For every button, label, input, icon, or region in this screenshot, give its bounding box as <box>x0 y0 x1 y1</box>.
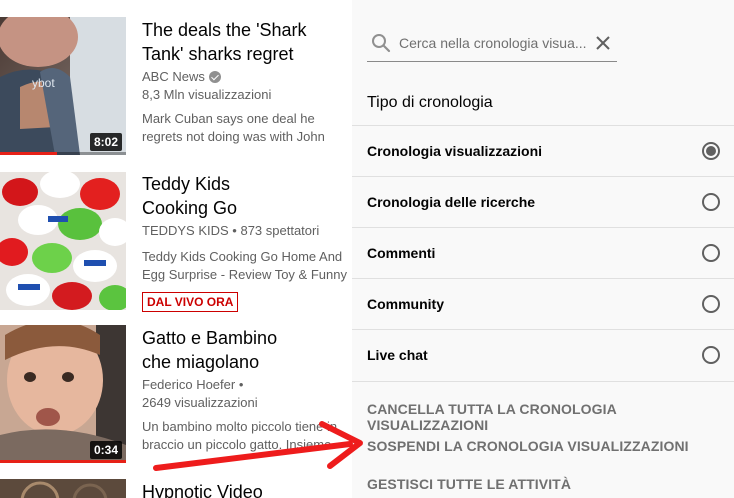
channel-name[interactable]: TEDDYS KIDS • 873 spettatori <box>142 222 347 240</box>
watch-progress-bar <box>0 460 126 463</box>
video-item[interactable]: Teddy Kids Cooking Go TEDDYS KIDS • 873 … <box>0 172 352 312</box>
video-duration: 8:02 <box>89 133 122 151</box>
option-label[interactable]: Live chat <box>367 347 428 363</box>
view-count: 2649 visualizzazioni <box>142 395 258 410</box>
clear-watch-history-button[interactable]: CANCELLA TUTTA LA CRONOLOGIA VISUALIZZAZ… <box>367 401 734 433</box>
live-badge: DAL VIVO ORA <box>142 292 239 312</box>
history-type-option[interactable]: Live chat <box>352 330 734 381</box>
channel-name-text[interactable]: ABC News <box>142 68 205 86</box>
video-thumbnail[interactable]: ybot 8:02 <box>0 17 126 155</box>
history-type-option[interactable]: Community <box>352 279 734 330</box>
option-label[interactable]: Cronologia delle ricerche <box>367 194 535 210</box>
radio-button-selected[interactable] <box>702 142 720 160</box>
radio-button[interactable] <box>702 295 720 313</box>
radio-button[interactable] <box>702 346 720 364</box>
video-thumbnail[interactable]: 0:34 <box>0 325 126 463</box>
option-label[interactable]: Community <box>367 296 444 312</box>
radio-button[interactable] <box>702 244 720 262</box>
radio-button[interactable] <box>702 193 720 211</box>
video-item[interactable]: ybot 8:02 The deals the 'Shark Tank' sha… <box>0 17 352 155</box>
video-title[interactable]: Gatto e Bambino che miagolano <box>142 326 292 374</box>
history-type-heading: Tipo di cronologia <box>367 94 493 111</box>
video-title[interactable]: The deals the 'Shark Tank' sharks regret <box>142 18 347 66</box>
close-icon[interactable] <box>591 31 615 55</box>
video-meta: Hypnotic Video <box>142 479 347 498</box>
video-title[interactable]: Hypnotic Video <box>142 480 347 498</box>
channel-name[interactable]: Federico Hoefer • <box>142 376 347 394</box>
verified-check-icon <box>208 71 221 83</box>
video-thumbnail[interactable] <box>0 479 126 498</box>
video-description: Teddy Kids Cooking Go Home And Egg Surpr… <box>142 249 347 282</box>
divider <box>352 381 734 382</box>
search-icon[interactable] <box>369 31 393 55</box>
watch-progress-bar <box>0 152 126 155</box>
svg-text:ybot: ybot <box>32 76 55 90</box>
video-item[interactable]: Hypnotic Video <box>0 479 352 498</box>
manage-all-activity-button[interactable]: GESTISCI TUTTE LE ATTIVITÀ <box>367 476 571 492</box>
option-label[interactable]: Cronologia visualizzazioni <box>367 143 542 159</box>
thumbnail-image-hypnotic <box>0 479 126 498</box>
video-description: Mark Cuban says one deal he regrets not … <box>142 111 325 144</box>
pause-watch-history-button[interactable]: SOSPENDI LA CRONOLOGIA VISUALIZZAZIONI <box>367 438 689 454</box>
view-count: 8,3 Mln visualizzazioni <box>142 87 272 102</box>
video-thumbnail[interactable] <box>0 172 126 310</box>
history-panel: Tipo di cronologia Cronologia visualizza… <box>352 0 734 498</box>
channel-name[interactable]: ABC News <box>142 68 347 86</box>
video-duration: 0:34 <box>89 441 122 459</box>
video-meta: The deals the 'Shark Tank' sharks regret… <box>142 17 347 146</box>
video-title[interactable]: Teddy Kids Cooking Go <box>142 172 252 220</box>
history-type-option[interactable]: Cronologia delle ricerche <box>352 177 734 228</box>
annotation-arrow-icon <box>153 421 363 471</box>
thumbnail-image-eggs <box>0 172 126 310</box>
history-type-option[interactable]: Commenti <box>352 228 734 279</box>
history-search-box[interactable] <box>367 24 617 62</box>
video-meta: Teddy Kids Cooking Go TEDDYS KIDS • 873 … <box>142 172 347 312</box>
history-search-input[interactable] <box>399 34 589 51</box>
history-type-option[interactable]: Cronologia visualizzazioni <box>352 126 734 177</box>
option-label[interactable]: Commenti <box>367 245 435 261</box>
